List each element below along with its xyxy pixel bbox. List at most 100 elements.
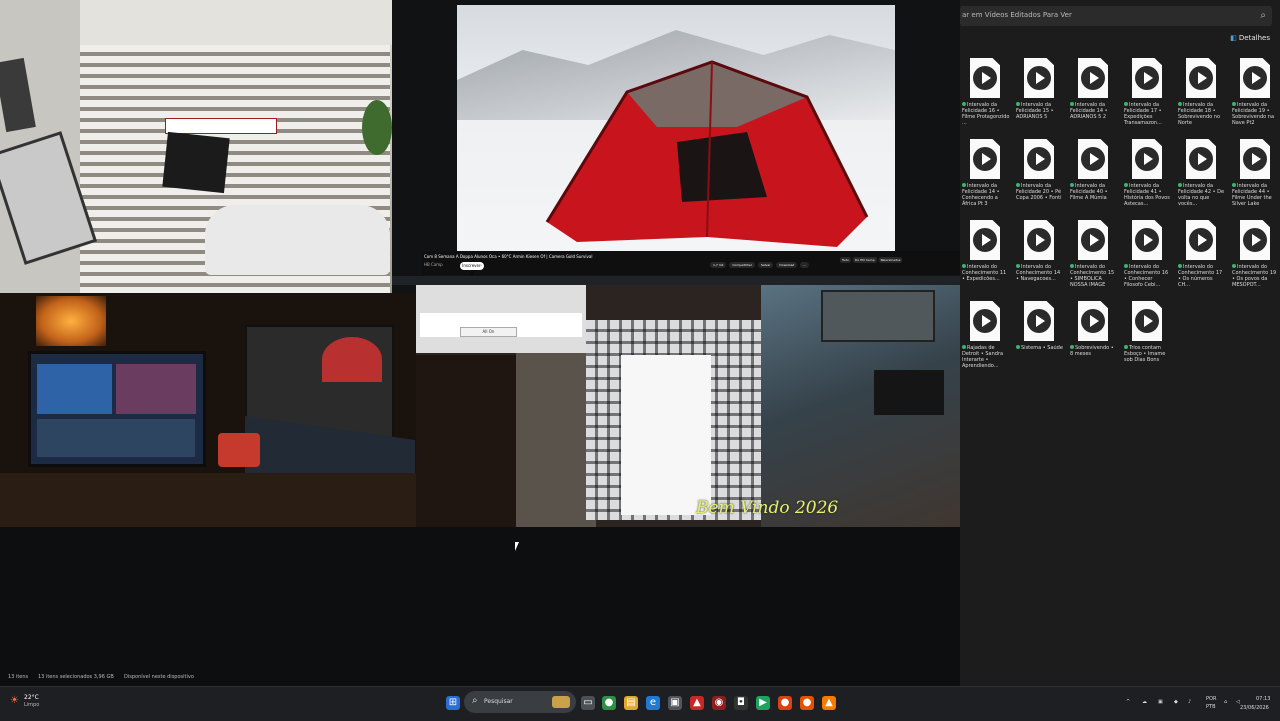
red-object [218,433,260,467]
language-code[interactable]: POR [1206,696,1216,702]
taskbar: ☀ 22°C Limpo ⊞ ⌕ Pesquisar ▭ ● ▤ e ▣ ▲ ◉… [0,686,1280,721]
subscribe-button[interactable]: Inscrever-se [460,262,484,276]
temperature: 22°C [24,694,39,701]
search-icon[interactable]: ⌕ [1260,10,1266,21]
sync-status-icon [1178,102,1182,106]
file-name: Intervalo da Felicidade 19 • Sobrevivend… [1232,102,1280,132]
play-icon [1027,147,1051,171]
file-item[interactable]: Intervalo da Felicidade 17 • Expedições … [1124,58,1174,136]
play-icon [1135,228,1159,252]
file-name-text: Intervalo do Conhecimento 14 • Navegacoe… [1016,264,1061,282]
lamp [36,296,106,346]
chrome-icon[interactable]: ● [602,696,616,710]
file-item[interactable]: Intervalo da Felicidade 20 • Pé Copa 200… [1016,139,1066,217]
dialog-window: All On [416,285,586,353]
desk [0,473,416,527]
vlc-icon[interactable]: ▲ [822,696,836,710]
video-player[interactable] [457,5,895,251]
camera-app-icon[interactable]: ◘ [734,696,748,710]
file-item[interactable]: Intervalo do Conhecimento 15 • SIMBOLICA… [1070,220,1120,298]
play-icon [1081,309,1105,333]
file-item[interactable]: Intervalo da Felicidade 44 • Filme Under… [1232,139,1280,217]
details-button[interactable]: ◧ Detalhes [1230,34,1270,42]
chevron-up-icon[interactable]: ^ [1126,699,1130,705]
network-icon[interactable]: ⌂ [1224,699,1227,705]
chip-all[interactable]: Tudo [840,257,852,263]
search-field[interactable]: ar em Vídeos Editados Para Ver ⌕ [960,6,1272,26]
camera-feed-studio [0,293,416,527]
file-name-text: Intervalo da Felicidade 17 • Expedições … [1124,102,1162,126]
file-item[interactable]: Intervalo da Felicidade 41 • História do… [1124,139,1174,217]
file-item[interactable]: Intervalo da Felicidade 19 • Sobrevivend… [1232,58,1280,136]
file-name: Rajadas de Detroit • Sandra Interarte • … [962,345,1010,375]
camera-feed-graffiti-room: All On Bem Vindo 2026 [416,285,961,527]
video-actions: 1,7 mil Compartilhar Salvar Download ... [710,262,810,268]
app-icon[interactable]: ▲ [690,696,704,710]
sync-status-icon [1070,345,1074,349]
app-icon[interactable]: ◉ [712,696,726,710]
clock-time[interactable]: 07:13 [1256,696,1270,702]
play-icon [1243,66,1267,90]
play-icon [1189,147,1213,171]
file-item[interactable]: Intervalo do Conhecimento 14 • Navegacoe… [1016,220,1066,298]
edge-icon[interactable]: e [646,696,660,710]
share-button[interactable]: Compartilhar [729,262,755,268]
folder-icon[interactable]: ▤ [624,696,638,710]
app-tray-icon[interactable]: ▣ [1158,699,1163,705]
sync-status-icon [962,345,966,349]
file-name-text: Intervalo do Conhecimento 17 • Os número… [1178,264,1223,288]
inner-taskbar-strip [392,276,960,285]
clock-date[interactable]: 23/06/2026 [1240,705,1269,711]
file-item[interactable]: Sobrevivendo • 8 meses [1070,301,1120,379]
play-icon [1243,147,1267,171]
dialog-button[interactable]: All On [460,327,517,337]
chip-channel[interactable]: Do Hill Camp [853,257,877,263]
chip-related[interactable]: Relacionados [878,257,903,263]
parked-car [205,205,390,275]
keyboard-layout[interactable]: PTB [1206,704,1216,710]
file-item[interactable]: Intervalo do Conhecimento 11 • Expedicõe… [962,220,1012,298]
file-item[interactable]: Intervalo da Felicidade 14 • ADRIANOS 5 … [1070,58,1120,136]
file-name-text: Rajadas de Detroit • Sandra Interarte • … [962,345,1004,369]
chrome-icon[interactable]: ● [800,696,814,710]
file-name-text: Intervalo da Felicidade 40 • Filme A Múm… [1070,183,1108,201]
chrome-icon[interactable]: ● [778,696,792,710]
play-icon [973,228,997,252]
file-item[interactable]: Intervalo da Felicidade 40 • Filme A Múm… [1070,139,1120,217]
weather-icon: ☀ [10,695,19,706]
file-item[interactable]: Intervalo da Felicidade 18 • Sobrevivend… [1178,58,1228,136]
cloud-icon[interactable]: ☁ [1142,699,1147,705]
weather-widget[interactable]: ☀ 22°C Limpo [10,691,70,715]
file-item[interactable]: Rajadas de Detroit • Sandra Interarte • … [962,301,1012,379]
file-name: Intervalo da Felicidade 17 • Expedições … [1124,102,1172,132]
task-view-icon[interactable]: ▭ [581,696,595,710]
file-item[interactable]: Trios contam Esboço • Imame sob Dias Bon… [1124,301,1174,379]
start-icon[interactable]: ⊞ [446,696,460,710]
speaker-icon[interactable]: ♪ [1188,699,1191,705]
file-item[interactable]: Intervalo do Conhecimento 19 • Os povos … [1232,220,1280,298]
store-sign [165,118,277,134]
sync-status-icon [1232,264,1236,268]
like-button[interactable]: 1,7 mil [710,262,727,268]
file-item[interactable]: Intervalo da Felicidade 42 • De volta no… [1178,139,1228,217]
file-name: Intervalo da Felicidade 18 • Sobrevivend… [1178,102,1226,132]
app-icon[interactable]: ▶ [756,696,770,710]
file-item[interactable]: Intervalo do Conhecimento 17 • Os número… [1178,220,1228,298]
file-item[interactable]: Intervalo da Felicidade 14 • Conhecendo … [962,139,1012,217]
file-item[interactable]: Intervalo da Felicidade 16 • Filme Prota… [962,58,1012,136]
store-icon[interactable]: ▣ [668,696,682,710]
sync-status-icon [1016,345,1020,349]
taskbar-search[interactable]: ⌕ Pesquisar [464,691,576,713]
channel-name[interactable]: HB Camp [424,262,443,267]
details-label: Detalhes [1238,34,1270,42]
file-item[interactable]: Intervalo do Conhecimento 16 • Conhecer … [1124,220,1174,298]
sync-status-icon [1016,264,1020,268]
save-button[interactable]: Salvar [757,262,774,268]
sync-status-icon [1232,102,1236,106]
file-item[interactable]: Sistema • Saúde [1016,301,1066,379]
file-name: Intervalo da Felicidade 15 • ADRIANOS 5 [1016,102,1064,132]
shield-icon[interactable]: ◆ [1174,699,1178,705]
more-button[interactable]: ... [800,262,810,268]
file-item[interactable]: Intervalo da Felicidade 15 • ADRIANOS 5 [1016,58,1066,136]
download-button[interactable]: Download [776,262,798,268]
